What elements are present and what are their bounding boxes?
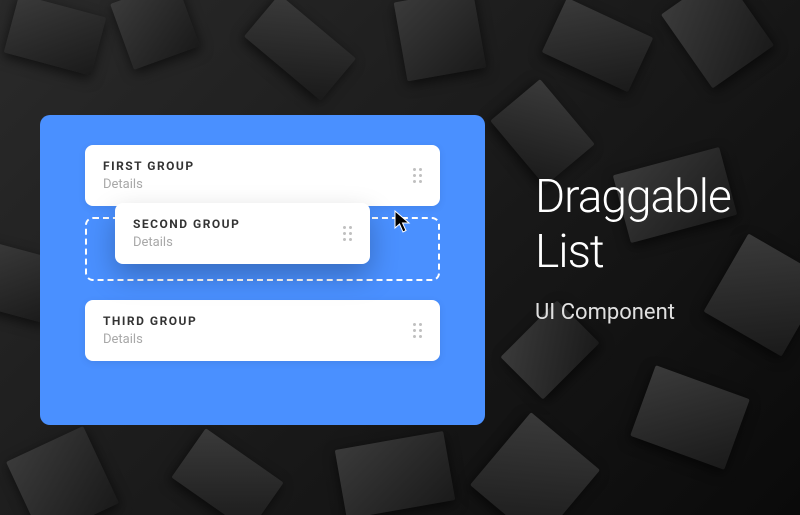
page-title: Draggable List	[535, 170, 731, 280]
list-item-dragging[interactable]: SECOND GROUP Details	[115, 203, 370, 264]
list-item-content: SECOND GROUP Details	[133, 217, 240, 250]
drag-handle-icon[interactable]	[413, 323, 422, 338]
list-item-subtitle: Details	[133, 235, 240, 250]
cursor-icon	[394, 210, 414, 234]
heading-area: Draggable List UI Component	[535, 170, 731, 325]
list-item[interactable]: FIRST GROUP Details	[85, 145, 440, 206]
drag-handle-icon[interactable]	[343, 226, 352, 241]
list-item[interactable]: THIRD GROUP Details	[85, 300, 440, 361]
drag-handle-icon[interactable]	[413, 168, 422, 183]
list-item-title: FIRST GROUP	[103, 159, 195, 173]
page-subtitle: UI Component	[535, 300, 731, 325]
list-item-subtitle: Details	[103, 332, 197, 347]
list-item-content: THIRD GROUP Details	[103, 314, 197, 347]
list-item-subtitle: Details	[103, 177, 195, 192]
list-item-content: FIRST GROUP Details	[103, 159, 195, 192]
list-item-title: SECOND GROUP	[133, 217, 240, 231]
draggable-list-panel: FIRST GROUP Details SECOND GROUP Details…	[40, 115, 485, 425]
list-item-title: THIRD GROUP	[103, 314, 197, 328]
